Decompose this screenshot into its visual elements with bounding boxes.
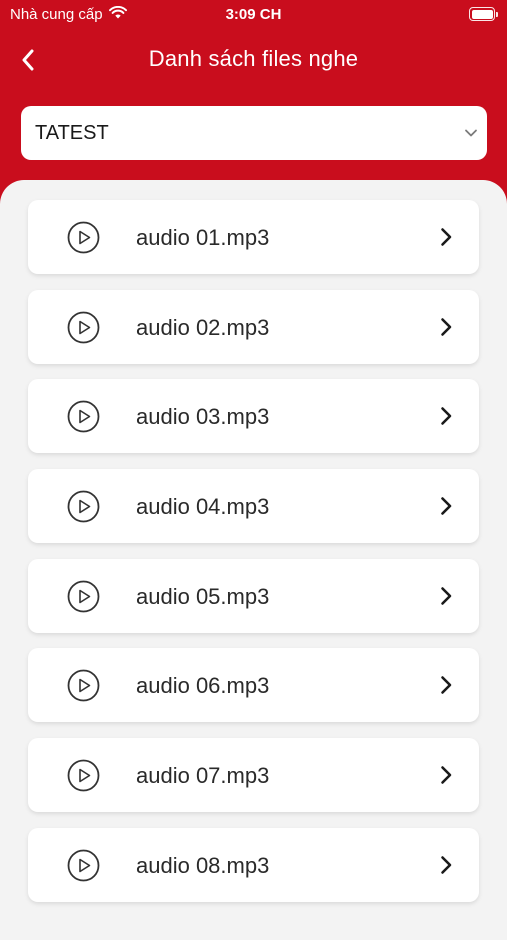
chevron-right-icon: [441, 228, 452, 246]
chevron-down-icon: [465, 129, 477, 137]
play-icon: [67, 400, 100, 433]
battery-icon: [469, 7, 498, 21]
play-icon: [67, 670, 100, 702]
play-icon: [67, 221, 100, 254]
play-icon: [67, 759, 100, 792]
folder-select-value: TATEST: [35, 122, 109, 144]
play-icon: [67, 311, 100, 344]
file-name: audio 07.mp3: [136, 763, 270, 789]
status-bar: Nhà cung cấp 3:09 CH: [0, 0, 507, 32]
file-list-item[interactable]: audio 08.mp3: [28, 827, 479, 902]
file-list-item[interactable]: audio 02.mp3: [28, 289, 479, 364]
file-list-item[interactable]: audio 05.mp3: [28, 558, 479, 633]
file-name: audio 06.mp3: [136, 673, 270, 699]
file-list: audio 01.mp3 audio 02.mp3 audio 03.mp3 a…: [28, 200, 479, 918]
chevron-right-icon: [441, 676, 452, 695]
play-icon: [67, 490, 100, 523]
chevron-right-icon: [441, 766, 452, 784]
file-list-item[interactable]: audio 03.mp3: [28, 379, 479, 454]
navigation-bar: Danh sách files nghe: [0, 32, 507, 88]
play-icon: [67, 849, 100, 882]
file-list-item[interactable]: audio 01.mp3: [28, 200, 479, 274]
file-list-item[interactable]: audio 06.mp3: [28, 648, 479, 723]
file-list-item[interactable]: audio 04.mp3: [28, 469, 479, 544]
file-name: audio 01.mp3: [136, 225, 270, 250]
file-list-item[interactable]: audio 07.mp3: [28, 738, 479, 813]
chevron-right-icon: [441, 317, 452, 336]
page-title: Danh sách files nghe: [148, 46, 359, 71]
chevron-right-icon: [441, 407, 452, 426]
file-name: audio 08.mp3: [136, 852, 270, 878]
status-time: 3:09 CH: [225, 6, 282, 23]
file-name: audio 04.mp3: [136, 494, 270, 520]
file-name: audio 02.mp3: [136, 314, 270, 340]
chevron-right-icon: [441, 856, 452, 874]
file-name: audio 03.mp3: [136, 404, 270, 430]
chevron-right-icon: [441, 586, 452, 605]
chevron-right-icon: [441, 497, 452, 515]
file-list-panel: audio 01.mp3 audio 02.mp3 audio 03.mp3 a…: [0, 180, 507, 940]
file-name: audio 05.mp3: [136, 583, 270, 609]
folder-select[interactable]: TATEST: [21, 106, 487, 160]
play-icon: [67, 580, 100, 613]
